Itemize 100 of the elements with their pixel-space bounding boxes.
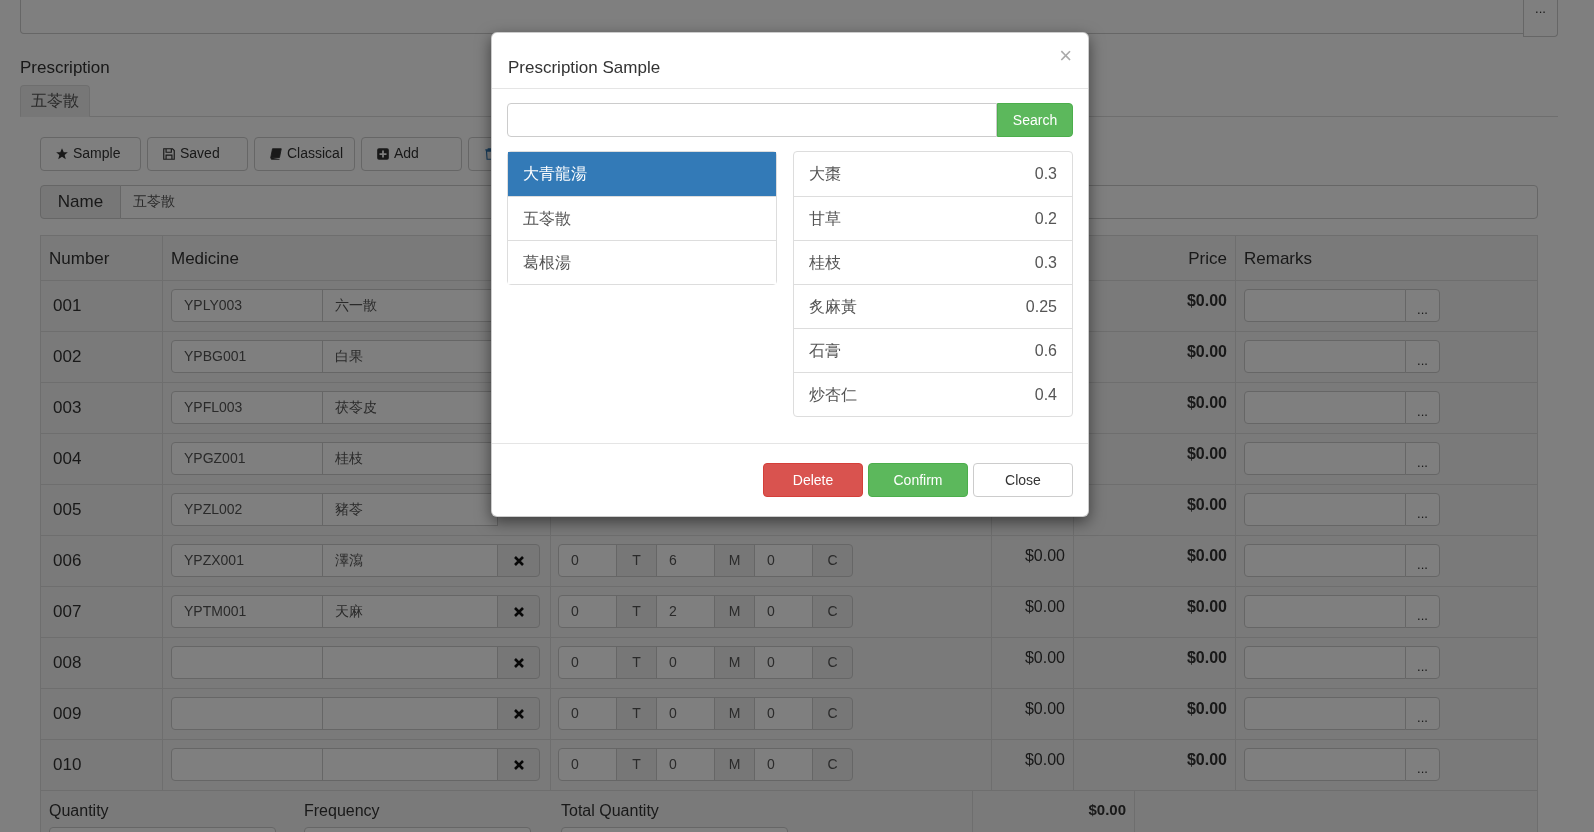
unit-label: M [714,595,755,628]
remarks-field[interactable] [1244,442,1406,475]
sample-item[interactable]: 葛根湯 [508,240,776,284]
dose-field[interactable]: 0 [754,595,813,628]
dose-field[interactable]: 0 [754,646,813,679]
remarks-button[interactable]: ... [1405,697,1440,730]
field-label: Quantity [49,800,109,821]
code-field[interactable]: YPGZ001 [171,442,323,475]
column-header: Remarks [1244,248,1312,270]
code-field[interactable]: YPFL003 [171,391,323,424]
dose-field[interactable]: 0 [558,544,617,577]
remove-button[interactable] [497,697,540,730]
row-number: 010 [53,753,82,776]
remarks-button[interactable]: ... [1405,544,1440,577]
toolbar-button[interactable]: Add [361,136,462,171]
unit-label: C [812,748,853,781]
field-label: Total Quantity [561,800,659,821]
dose-field[interactable]: 0 [754,697,813,730]
star-icon [55,146,69,161]
amount-text: $0.00 [1024,545,1065,566]
dose-field[interactable]: 0 [558,595,617,628]
close-button[interactable]: × [1059,45,1072,67]
row-number: 006 [53,549,82,572]
remarks-field[interactable] [1244,748,1406,781]
dose-field[interactable]: 0 [754,748,813,781]
remarks-field[interactable] [1244,493,1406,526]
unit-label: C [812,595,853,628]
close-icon [512,605,525,618]
remarks-field[interactable] [1244,544,1406,577]
remarks-button[interactable]: ... [1405,340,1440,373]
remarks-button[interactable]: ... [1405,595,1440,628]
code-field[interactable]: YPBG001 [171,340,323,373]
toolbar-button[interactable]: Classical [254,136,355,171]
dose-field[interactable]: 0 [558,748,617,781]
medicine-field[interactable] [322,748,498,781]
remarks-field[interactable] [1244,646,1406,679]
toolbar-button[interactable]: Saved [147,136,248,171]
dose-field[interactable]: 0 [656,748,715,781]
dose-field[interactable]: 2 [656,595,715,628]
dose-field[interactable]: 0 [656,697,715,730]
medicine-field[interactable]: 豬苓 [322,493,498,526]
code-field[interactable]: YPZX001 [171,544,323,577]
prescription-tab[interactable]: 五苓散 [20,84,90,117]
code-field[interactable]: YPTM001 [171,595,323,628]
toolbar-button[interactable]: Sample [40,136,141,171]
remarks-button[interactable]: ... [1405,748,1440,781]
medicine-field[interactable] [322,646,498,679]
dose-field[interactable]: 0 [656,646,715,679]
remove-button[interactable] [497,748,540,781]
dose-field[interactable]: 0 [558,697,617,730]
code-field[interactable] [171,748,323,781]
medicine-field[interactable]: 澤瀉 [322,544,498,577]
more-button[interactable]: ... [1523,0,1558,37]
dose-field[interactable]: 6 [656,544,715,577]
unit-label: T [616,544,657,577]
amount-text: $0.00 [1024,698,1065,719]
search-button[interactable]: Search [997,103,1073,137]
medicine-field[interactable]: 天麻 [322,595,498,628]
unit-label: T [616,646,657,679]
remarks-button[interactable]: ... [1405,442,1440,475]
code-field[interactable]: YPLY003 [171,289,323,322]
ingredient-amount: 0.3 [1034,252,1057,273]
field-label: Frequency [304,800,380,821]
unit-label: T [616,697,657,730]
top-field[interactable] [20,0,1524,34]
plus-square-icon [376,146,390,161]
price-text: $0.00 [1186,341,1227,362]
search-field[interactable] [507,103,997,137]
remarks-field[interactable] [1244,697,1406,730]
sample-item[interactable]: 大青龍湯 [508,152,776,196]
remarks-field[interactable] [1244,391,1406,424]
code-field[interactable] [171,697,323,730]
dialog-button[interactable]: Confirm [868,463,968,497]
row-number: 004 [53,447,82,470]
remarks-button[interactable]: ... [1405,493,1440,526]
dialog-button[interactable]: Delete [763,463,863,497]
price-text: $0.00 [1186,749,1227,770]
remarks-button[interactable]: ... [1405,646,1440,679]
section-title: Prescription [20,57,110,79]
unit-label: M [714,646,755,679]
unit-label: M [714,748,755,781]
medicine-field[interactable] [322,697,498,730]
remarks-field[interactable] [1244,340,1406,373]
total-price: $0.00 [1088,799,1126,820]
unit-label: M [714,544,755,577]
remarks-field[interactable] [1244,289,1406,322]
remarks-button[interactable]: ... [1405,289,1440,322]
unit-label: C [812,697,853,730]
code-field[interactable] [171,646,323,679]
code-field[interactable]: YPZL002 [171,493,323,526]
unit-label: M [714,697,755,730]
dose-field[interactable]: 0 [558,646,617,679]
remarks-field[interactable] [1244,595,1406,628]
remove-button[interactable] [497,646,540,679]
remove-button[interactable] [497,595,540,628]
remarks-button[interactable]: ... [1405,391,1440,424]
dialog-button[interactable]: Close [973,463,1073,497]
close-icon [512,707,525,720]
remove-button[interactable] [497,544,540,577]
dose-field[interactable]: 0 [754,544,813,577]
